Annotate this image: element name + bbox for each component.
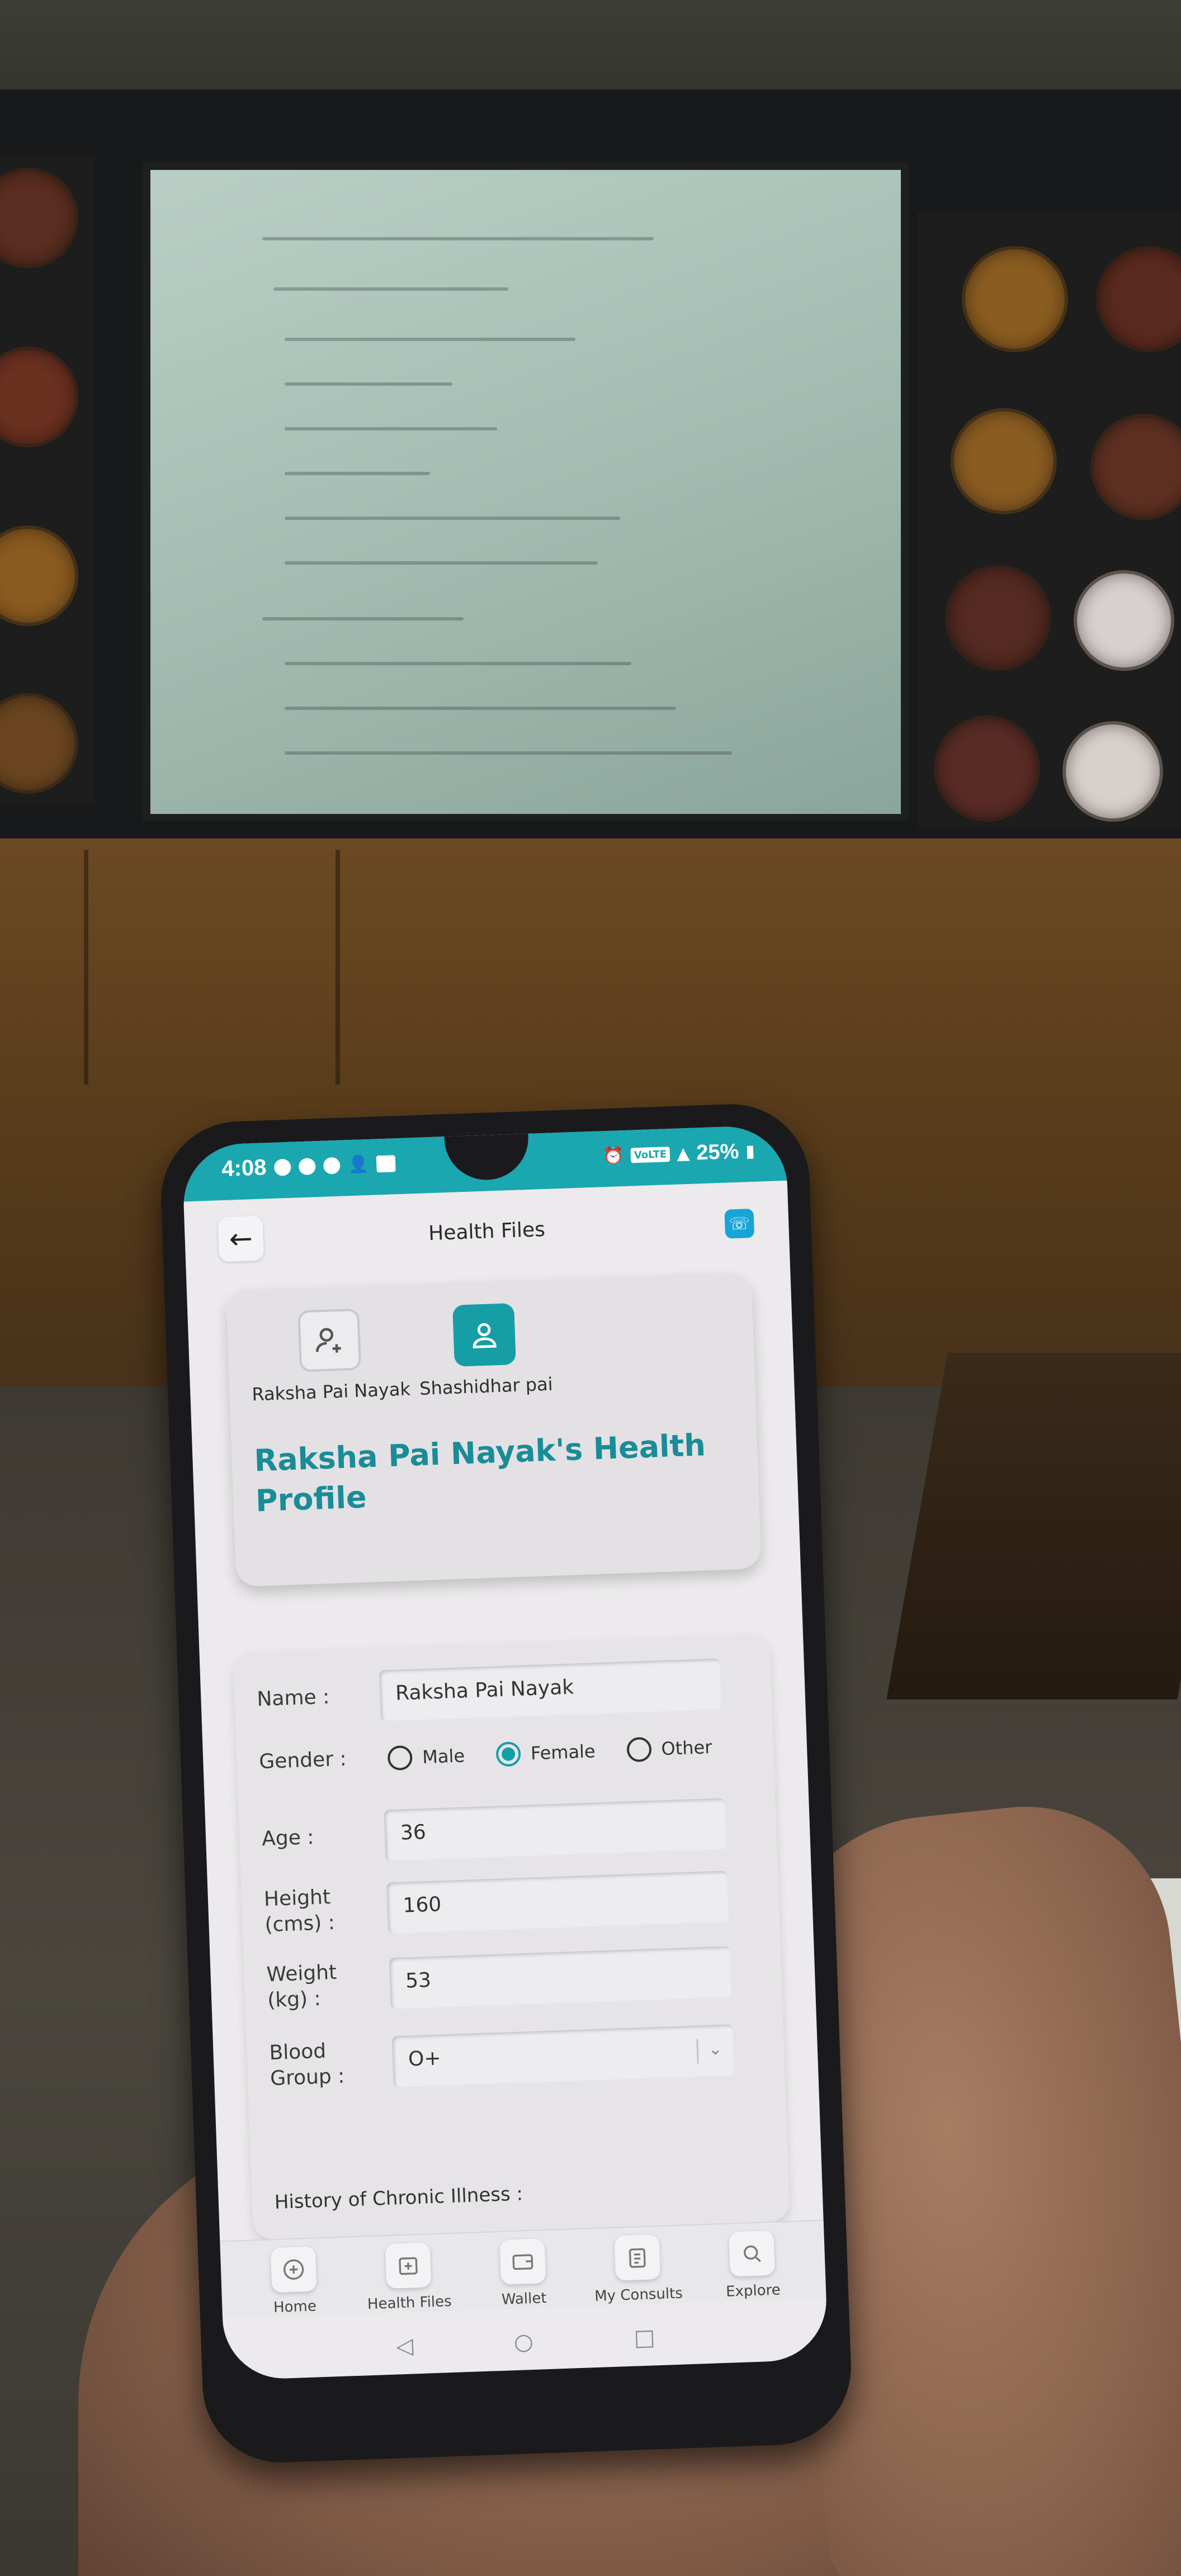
member-raksha[interactable]: Raksha Pai Nayak — [249, 1307, 411, 1405]
plate — [945, 565, 1051, 671]
wallet-icon — [499, 2238, 546, 2285]
age-label: Age : — [261, 1826, 315, 1851]
name-field[interactable]: Raksha Pai Nayak — [379, 1658, 722, 1722]
plate — [1074, 570, 1174, 671]
message-icon — [323, 1157, 341, 1175]
radio-circle — [626, 1736, 652, 1763]
person-icon: 👤 — [347, 1154, 370, 1175]
battery-icon: ▮ — [745, 1141, 755, 1162]
notification-icon — [376, 1154, 396, 1172]
gender-radio-group: Male Female Other — [387, 1734, 744, 1771]
nav-explore[interactable]: Explore — [695, 2229, 809, 2302]
gender-male-radio[interactable]: Male — [387, 1744, 465, 1771]
status-time: 4:08 — [221, 1155, 267, 1182]
phone-screen: 4:08 👤 ⏰ VoLTE ▲ 25% ▮ ← Health Files ☏ … — [181, 1124, 829, 2381]
age-row: Age : 36 — [239, 1796, 775, 1862]
system-back-icon[interactable]: ◁ — [396, 2333, 414, 2359]
profile-heading: Raksha Pai Nayak's Health Profile — [253, 1427, 706, 1519]
chat-icon — [298, 1157, 316, 1175]
gender-label: Gender : — [258, 1747, 347, 1774]
height-field[interactable]: 160 — [386, 1871, 729, 1934]
nav-health-files[interactable]: Health Files — [352, 2241, 466, 2313]
phone: 4:08 👤 ⏰ VoLTE ▲ 25% ▮ ← Health Files ☏ … — [158, 1101, 854, 2465]
phone-call-icon: ☏ — [728, 1213, 750, 1234]
radio-circle — [387, 1745, 413, 1771]
weight-row: Weight (kg) : 53 — [244, 1944, 780, 2012]
blood-group-label: Blood Group : — [268, 2039, 345, 2091]
home-icon — [270, 2246, 317, 2293]
volte-badge: VoLTE — [630, 1147, 670, 1163]
name-row: Name : Raksha Pai Nayak — [234, 1656, 770, 1722]
chronic-illness-label: History of Chronic Illness : — [274, 2182, 523, 2214]
plate — [962, 246, 1068, 352]
gender-female-radio[interactable]: Female — [495, 1739, 596, 1767]
nav-wallet[interactable]: Wallet — [466, 2237, 580, 2309]
system-home-icon[interactable]: ○ — [513, 2329, 533, 2355]
height-row: Height (cms) : 160 — [241, 1869, 777, 1936]
status-left: 4:08 👤 — [221, 1150, 396, 1182]
page-title: Health Files — [428, 1218, 546, 1246]
health-form: Name : Raksha Pai Nayak Gender : Male Fe… — [233, 1634, 790, 2240]
height-label: Height (cms) : — [263, 1886, 336, 1937]
plate — [1062, 721, 1163, 822]
member-name: Raksha Pai Nayak — [251, 1378, 411, 1405]
member-name: Shashidhar pai — [419, 1373, 554, 1399]
chevron-down-icon: ⌄ — [696, 2038, 723, 2064]
blood-group-select[interactable]: O+ ⌄ — [391, 2024, 735, 2088]
age-field[interactable]: 36 — [384, 1798, 727, 1862]
user-icon — [452, 1303, 517, 1367]
health-files-icon — [385, 2242, 432, 2289]
call-button[interactable]: ☏ — [724, 1208, 755, 1239]
blood-group-row: Blood Group : O+ ⌄ — [247, 2023, 783, 2090]
whatsapp-icon — [273, 1158, 291, 1176]
weight-field[interactable]: 53 — [389, 1946, 732, 2010]
battery-percent: 25% — [696, 1139, 740, 1165]
status-right: ⏰ VoLTE ▲ 25% ▮ — [603, 1139, 755, 1168]
blood-group-value: O+ — [408, 2047, 442, 2071]
member-shashidhar[interactable]: Shashidhar pai — [417, 1302, 553, 1399]
weight-label: Weight (kg) : — [266, 1961, 337, 2012]
plate — [934, 716, 1040, 822]
explore-icon — [729, 2230, 775, 2277]
plate — [951, 408, 1057, 514]
camera-notch — [444, 1133, 530, 1182]
signal-icon: ▲ — [676, 1143, 690, 1164]
system-recents-icon[interactable]: □ — [634, 2324, 655, 2351]
whiteboard — [143, 162, 909, 822]
name-label: Name : — [256, 1685, 330, 1711]
profile-card: Raksha Pai Nayak Shashidhar pai Raksha P… — [225, 1272, 762, 1587]
alarm-icon: ⏰ — [602, 1145, 625, 1167]
nav-my-consults[interactable]: My Consults — [580, 2233, 695, 2305]
radio-circle-selected — [495, 1741, 521, 1767]
clipboard-icon — [614, 2234, 661, 2281]
gender-other-radio[interactable]: Other — [626, 1735, 712, 1763]
nav-home[interactable]: Home — [237, 2245, 351, 2317]
add-user-icon — [297, 1308, 361, 1372]
gender-row: Gender : Male Female Other — [236, 1723, 772, 1773]
